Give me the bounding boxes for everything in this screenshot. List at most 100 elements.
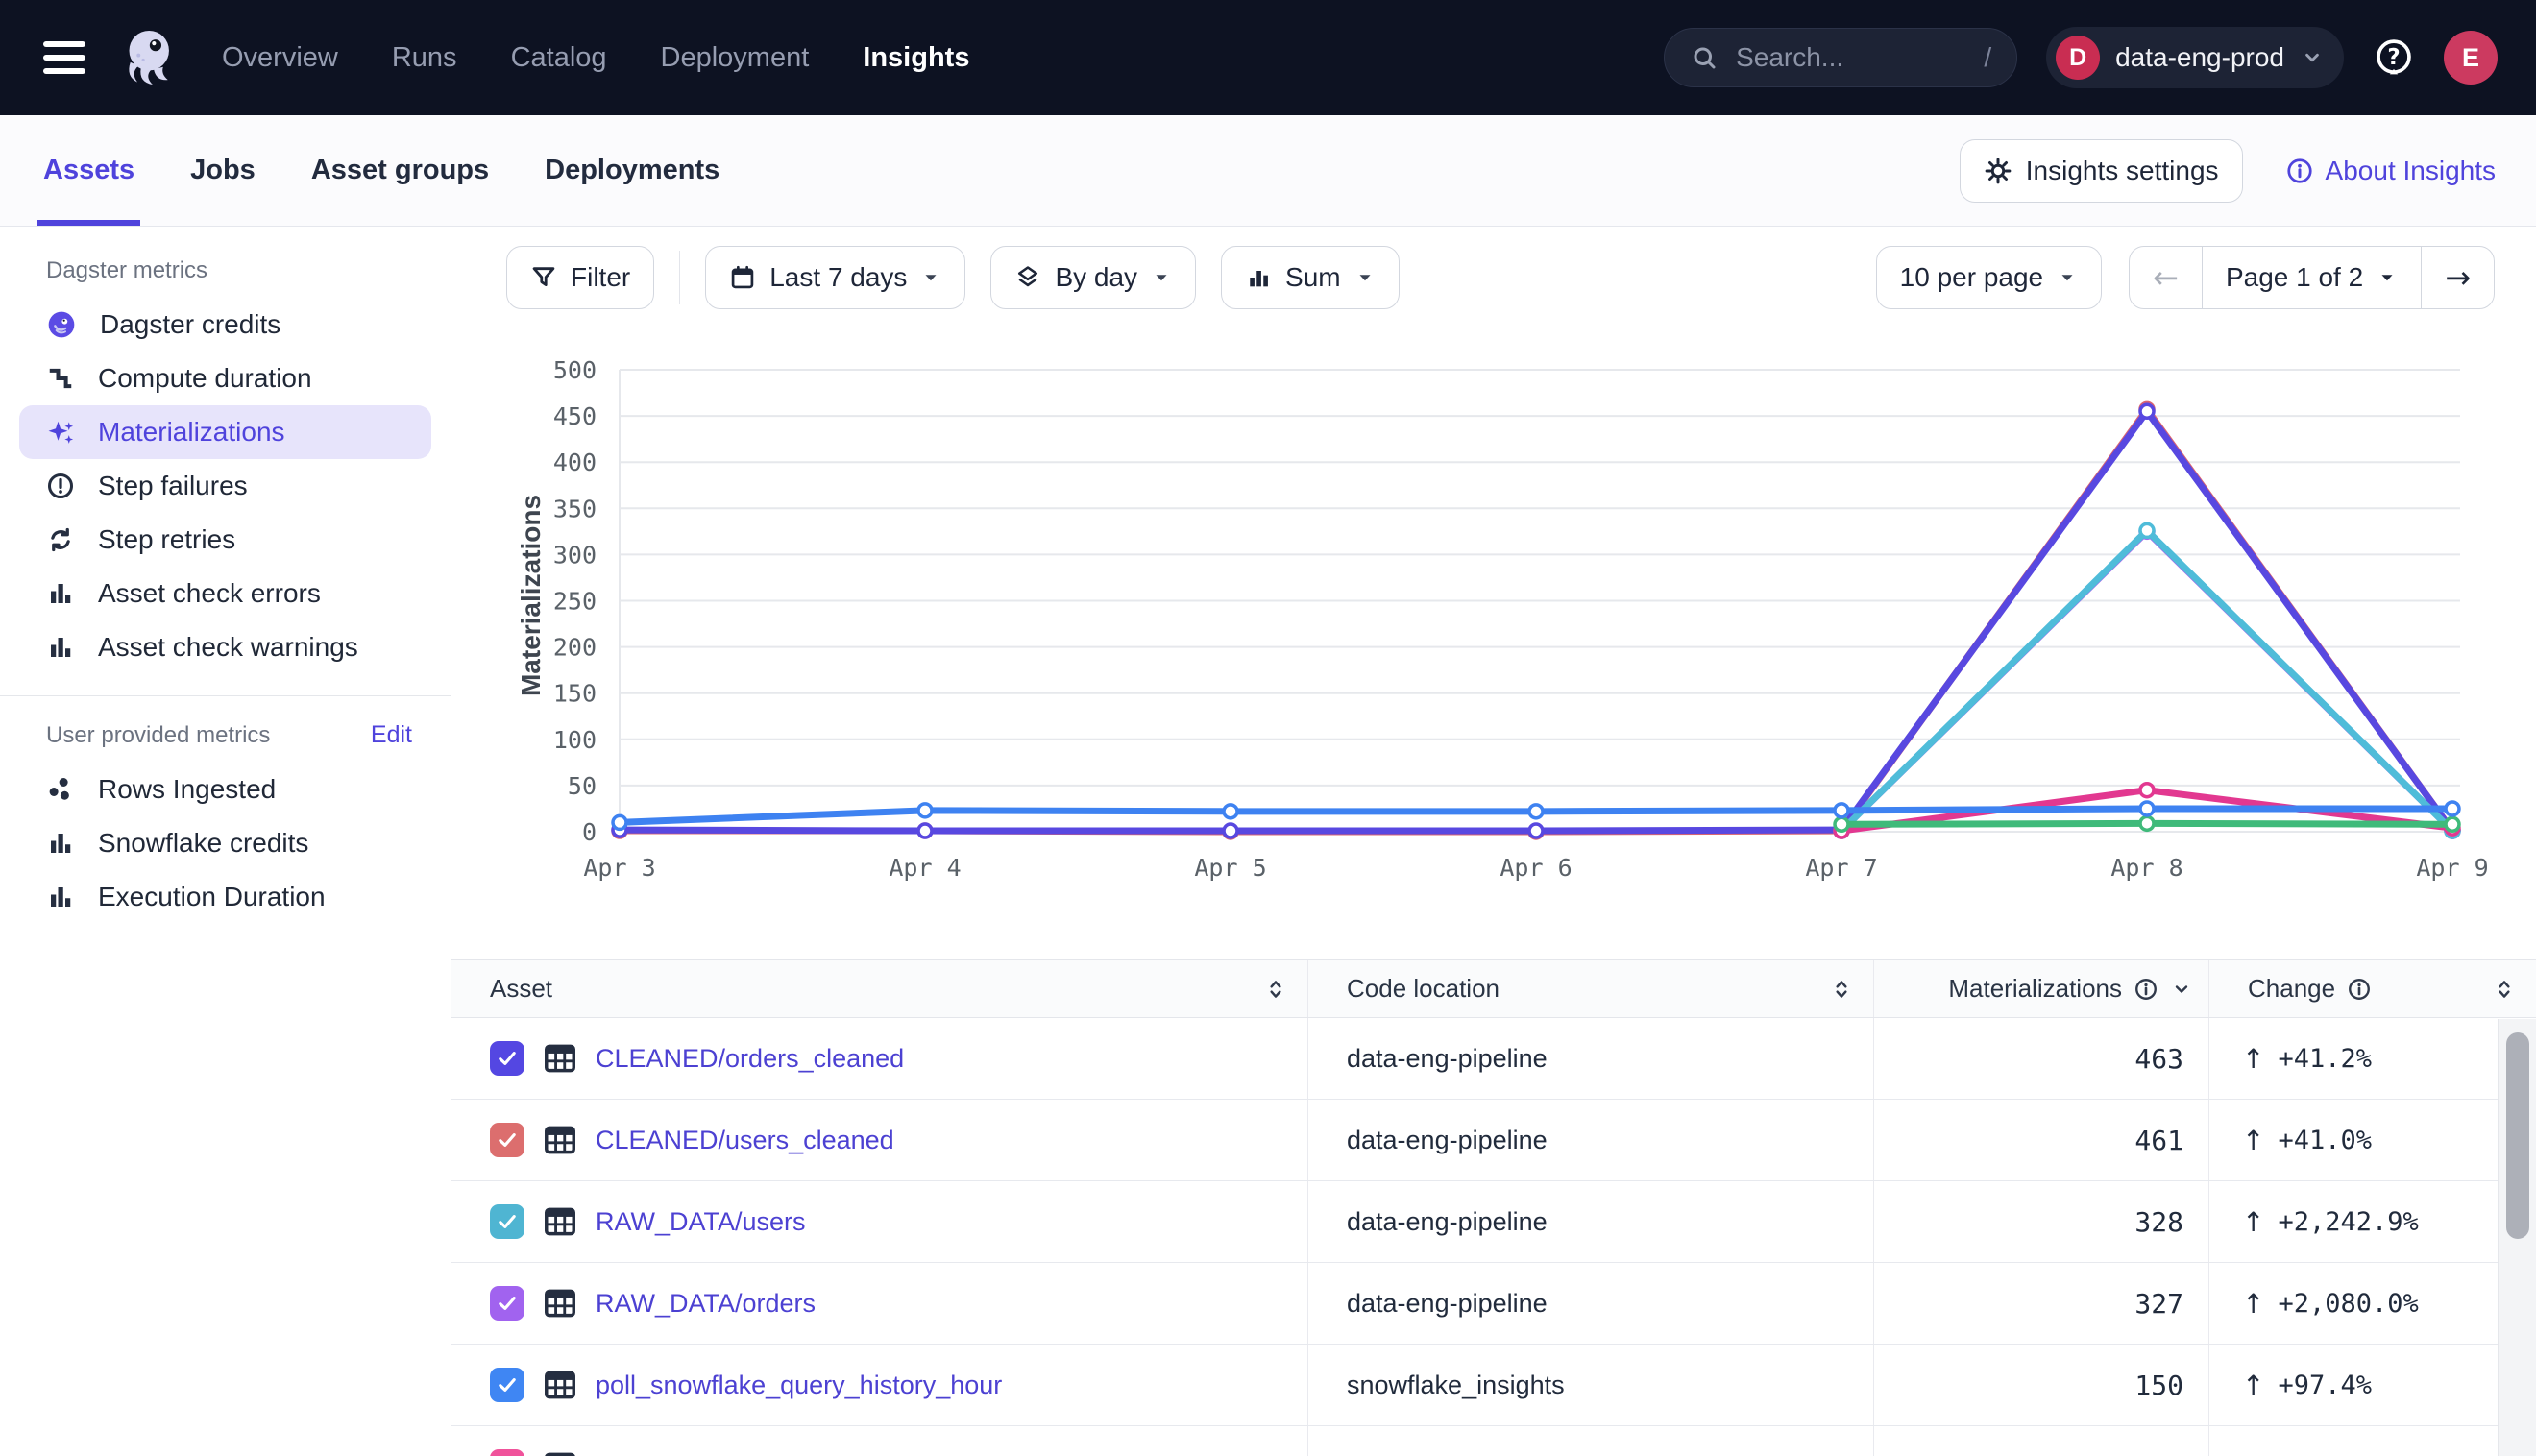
data-point[interactable] (2140, 784, 2154, 797)
date-range-button[interactable]: Last 7 days (705, 246, 965, 309)
materializations-value: 328 (2134, 1206, 2183, 1238)
asset-link[interactable]: poll_snowflake_query_history_hour (596, 1371, 1002, 1400)
data-point[interactable] (1529, 805, 1543, 818)
sidebar-item-asset-check-errors[interactable]: Asset check errors (19, 567, 431, 620)
row-checkbox[interactable] (490, 1123, 524, 1157)
data-point[interactable] (918, 804, 932, 817)
next-page-button[interactable]: → (2421, 247, 2494, 308)
materializations-cell: 327 (1874, 1263, 2209, 1344)
asset-link[interactable]: CLEANED/users_cleaned (596, 1126, 894, 1155)
sort-icon[interactable] (2492, 977, 2517, 1002)
prev-page-button[interactable]: ← (2130, 247, 2202, 308)
data-point[interactable] (2140, 816, 2154, 830)
data-point[interactable] (2140, 802, 2154, 815)
sidebar-item-label: Rows Ingested (98, 774, 276, 805)
data-point[interactable] (1529, 824, 1543, 837)
data-point[interactable] (1835, 817, 1848, 831)
insights-settings-button[interactable]: Insights settings (1960, 139, 2243, 203)
y-tick-label: 500 (553, 356, 597, 384)
sort-icon[interactable] (1263, 977, 1288, 1002)
data-point[interactable] (918, 824, 932, 837)
about-insights-link[interactable]: About Insights (2285, 156, 2496, 186)
change-cell: ↑+41.0% (2209, 1100, 2536, 1180)
sidebar-item-materializations[interactable]: Materializations (19, 405, 431, 459)
row-checkbox[interactable] (490, 1286, 524, 1321)
dagster-logo-icon[interactable] (110, 20, 185, 95)
code-location-value: snowflake_insights (1347, 1371, 1565, 1400)
y-tick-label: 250 (553, 588, 597, 616)
info-icon[interactable] (2134, 977, 2158, 1002)
sidebar-item-compute-duration[interactable]: Compute duration (19, 352, 431, 405)
sidebar-item-asset-check-warnings[interactable]: Asset check warnings (19, 620, 431, 674)
data-point[interactable] (2446, 802, 2459, 815)
y-tick-label: 400 (553, 449, 597, 476)
column-header-asset[interactable]: Asset (451, 960, 1308, 1017)
nav-item-overview[interactable]: Overview (222, 42, 338, 74)
data-point[interactable] (1835, 804, 1848, 817)
sidebar-item-snowflake-credits[interactable]: Snowflake credits (19, 816, 431, 870)
asset-table-icon (542, 1040, 578, 1077)
asset-link[interactable]: CLEANED/orders_cleaned (596, 1044, 904, 1074)
user-avatar[interactable]: E (2444, 31, 2498, 85)
data-point[interactable] (2140, 404, 2154, 418)
y-tick-label: 200 (553, 634, 597, 662)
aggregation-button[interactable]: Sum (1221, 246, 1400, 309)
search-input[interactable] (1734, 41, 1968, 74)
data-point[interactable] (1224, 824, 1237, 837)
sidebar-item-step-failures[interactable]: Step failures (19, 459, 431, 513)
tab-asset-groups[interactable]: Asset groups (311, 115, 489, 226)
row-checkbox[interactable] (490, 1204, 524, 1239)
arrow-up-icon: ↑ (2242, 1043, 2264, 1075)
data-point[interactable] (2446, 817, 2459, 831)
nav-item-runs[interactable]: Runs (392, 42, 457, 74)
sort-icon[interactable] (1829, 977, 1854, 1002)
sidebar-item-execution-duration[interactable]: Execution Duration (19, 870, 431, 924)
data-point[interactable] (1224, 805, 1237, 818)
asset-link[interactable]: CLEANED/locations_cleaned (596, 1452, 933, 1456)
info-icon[interactable] (2347, 977, 2372, 1002)
data-point[interactable] (613, 815, 626, 829)
alert-circle-icon (46, 472, 75, 500)
row-checkbox[interactable] (490, 1368, 524, 1402)
org-switcher[interactable]: D data-eng-prod (2046, 27, 2344, 88)
tab-jobs[interactable]: Jobs (190, 115, 256, 226)
tab-assets[interactable]: Assets (43, 115, 134, 226)
code-location-cell: snowflake_insights (1308, 1345, 1874, 1425)
column-header-change[interactable]: Change (2209, 960, 2536, 1017)
help-button[interactable]: ? (2373, 36, 2415, 79)
page-select[interactable]: Page 1 of 2 (2202, 247, 2421, 308)
table-scrollbar[interactable] (2498, 1019, 2536, 1456)
nav-item-deployment[interactable]: Deployment (661, 42, 810, 74)
sidebar-item-dagster-credits[interactable]: Dagster credits (19, 298, 431, 352)
sidebar-item-step-retries[interactable]: Step retries (19, 513, 431, 567)
toolbar-divider (679, 251, 680, 304)
asset-link[interactable]: RAW_DATA/users (596, 1207, 806, 1237)
data-point[interactable] (2140, 523, 2154, 537)
bar-chart-icon (46, 829, 75, 858)
series-line-cleaned-orders-cleaned[interactable] (620, 411, 2452, 831)
per-page-button[interactable]: 10 per page (1876, 246, 2102, 309)
table-row: RAW_DATA/ordersdata-eng-pipeline327↑+2,0… (451, 1263, 2536, 1345)
chevron-down-icon[interactable] (2170, 978, 2193, 1001)
sidebar-item-rows-ingested[interactable]: Rows Ingested (19, 763, 431, 816)
arrow-right-icon: → (2445, 259, 2471, 296)
scrollbar-thumb[interactable] (2506, 1032, 2529, 1239)
column-header-materializations[interactable]: Materializations (1874, 960, 2209, 1017)
asset-link[interactable]: RAW_DATA/orders (596, 1289, 816, 1319)
nav-item-insights[interactable]: Insights (863, 42, 969, 74)
edit-metrics-link[interactable]: Edit (371, 721, 412, 749)
bucket-button[interactable]: By day (990, 246, 1196, 309)
sidebar-item-label: Compute duration (98, 363, 312, 394)
column-header-code-location[interactable]: Code location (1308, 960, 1874, 1017)
row-checkbox[interactable] (490, 1041, 524, 1076)
tab-deployments[interactable]: Deployments (545, 115, 719, 226)
filter-button[interactable]: Filter (506, 246, 654, 309)
row-checkbox[interactable] (490, 1449, 524, 1456)
chart-toolbar: Filter Last 7 days By day Sum (506, 246, 1400, 309)
bar-chart-icon (46, 883, 75, 911)
hamburger-menu-icon[interactable] (43, 41, 85, 74)
nav-item-catalog[interactable]: Catalog (511, 42, 607, 74)
change-cell: ↑+2,080.0% (2209, 1263, 2536, 1344)
search-box[interactable]: / (1664, 28, 2017, 87)
series-line-cleaned-users-cleaned[interactable] (620, 409, 2452, 832)
